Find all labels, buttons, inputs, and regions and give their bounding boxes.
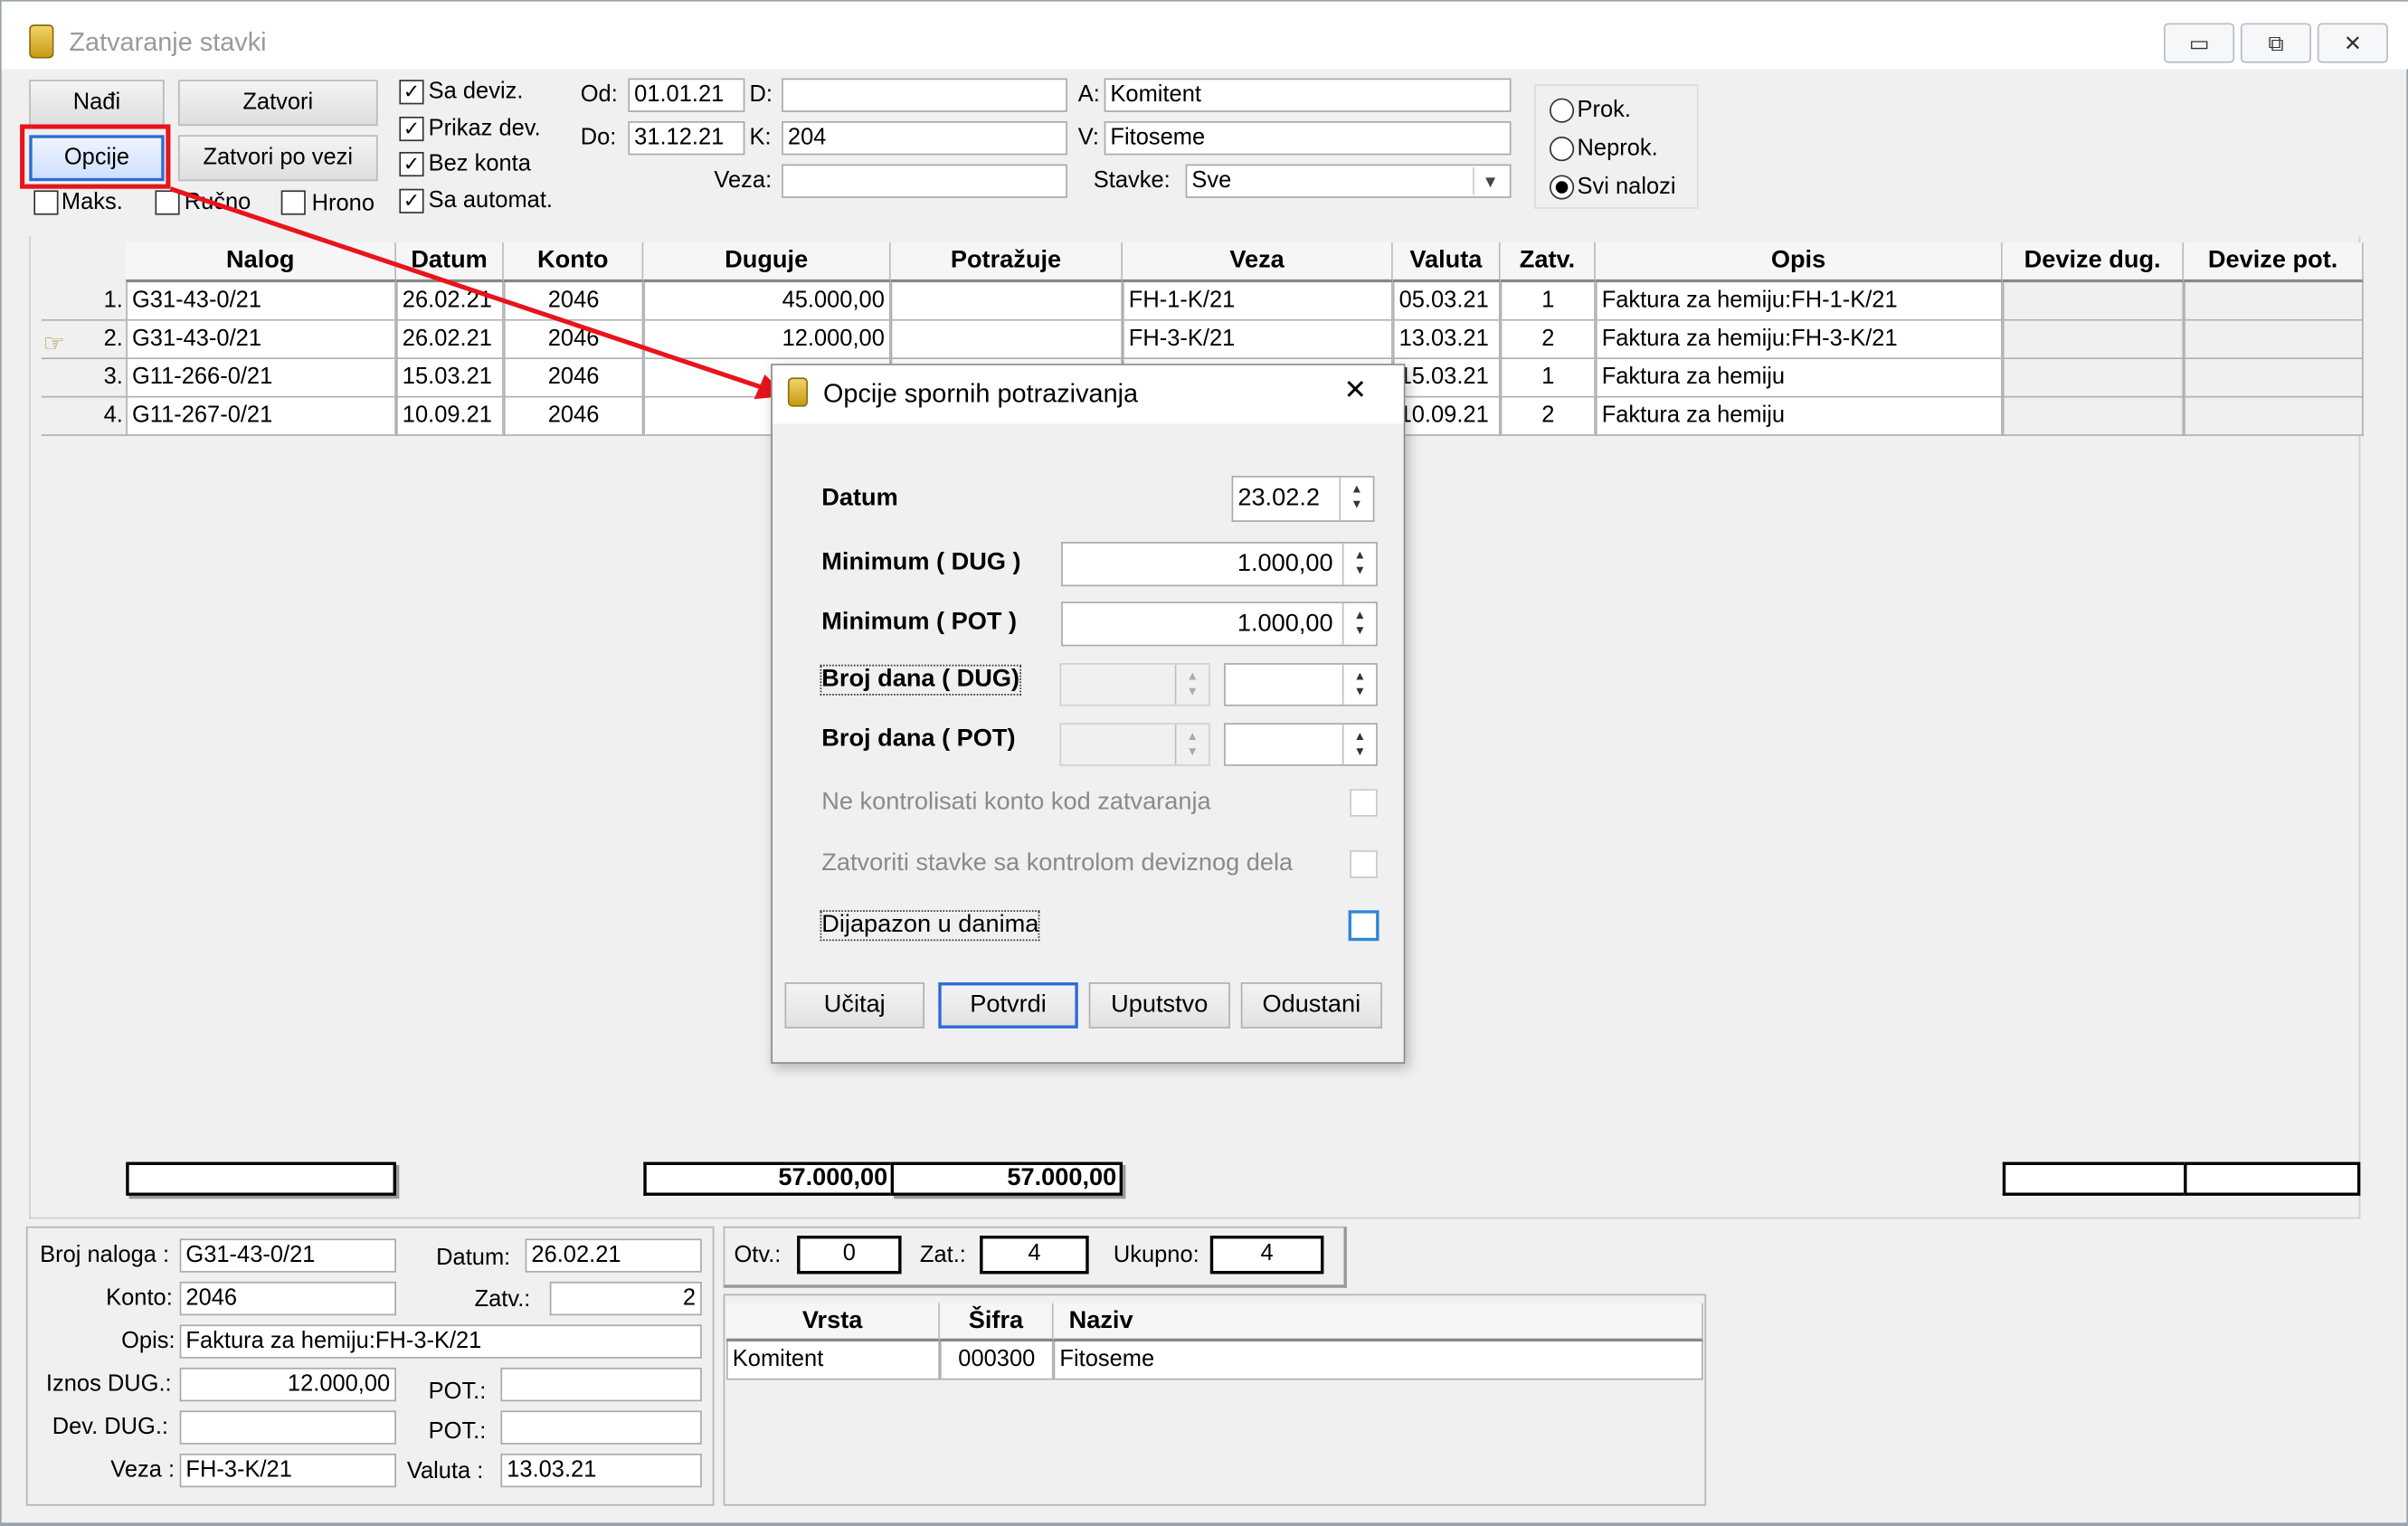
odustani-button[interactable]: Odustani — [1240, 982, 1382, 1028]
min-pot-spin-arrows-icon[interactable]: ▲ ▼ — [1341, 602, 1376, 645]
ucitaj-button[interactable]: Učitaj — [784, 982, 925, 1028]
broj-dana-pot-label: Broj dana ( POT) — [821, 725, 1016, 753]
min-dug-spinner-value: 1.000,00 — [1237, 551, 1333, 578]
broj-dana-pot-to-arrows-icon[interactable]: ▲ ▼ — [1341, 724, 1376, 765]
broj-dana-dug-label: Broj dana ( DUG) — [820, 664, 1021, 696]
min-dug-label: Minimum ( DUG ) — [821, 549, 1021, 576]
datum-spin-arrows-icon[interactable]: ▲ ▼ — [1339, 477, 1372, 521]
broj-dana-dug-to-spinner[interactable]: ▲ ▼ — [1224, 663, 1378, 706]
broj-dana-pot-from-arrows-icon: ▲ ▼ — [1174, 724, 1209, 765]
dialog-close-button[interactable]: ✕ — [1343, 374, 1367, 407]
dialog-title-bar: Opcije spornih potrazivanja ✕ — [772, 365, 1404, 424]
main-window: Zatvaranje stavki ▭ ⧉ ✕ Nađi Zatvori Opc… — [0, 0, 2408, 1525]
min-pot-spinner[interactable]: 1.000,00 ▲ ▼ — [1061, 602, 1378, 647]
broj-dana-dug-to-arrows-icon[interactable]: ▲ ▼ — [1341, 664, 1376, 705]
zatvoriti-stavke-checkbox[interactable] — [1350, 850, 1378, 878]
min-dug-spin-arrows-icon[interactable]: ▲ ▼ — [1341, 543, 1376, 585]
options-dialog: Opcije spornih potrazivanja ✕ Datum 23.0… — [771, 364, 1406, 1064]
min-pot-spinner-value: 1.000,00 — [1237, 611, 1333, 638]
dijapazon-label: Dijapazon u danima — [820, 910, 1041, 942]
dijapazon-checkbox[interactable] — [1348, 910, 1379, 942]
uputstvo-button[interactable]: Uputstvo — [1088, 982, 1230, 1028]
broj-dana-dug-from-arrows-icon: ▲ ▼ — [1174, 664, 1209, 705]
datum-spinner-value: 23.02.2 — [1237, 485, 1320, 512]
min-dug-spinner[interactable]: 1.000,00 ▲ ▼ — [1061, 542, 1378, 587]
ne-kontrolisati-checkbox[interactable] — [1350, 789, 1378, 817]
zatvoriti-stavke-label: Zatvoriti stavke sa kontrolom deviznog d… — [821, 850, 1294, 877]
broj-dana-pot-to-spinner[interactable]: ▲ ▼ — [1224, 723, 1378, 766]
dialog-title: Opcije spornih potrazivanja — [822, 379, 1139, 409]
min-pot-label: Minimum ( POT ) — [821, 609, 1018, 636]
datum-label: Datum — [821, 485, 898, 512]
dialog-app-icon — [787, 377, 808, 407]
ne-kontrolisati-label: Ne kontrolisati konto kod zatvaranja — [821, 789, 1211, 816]
datum-spinner[interactable]: 23.02.2 ▲ ▼ — [1231, 476, 1375, 522]
broj-dana-dug-from-spinner: ▲ ▼ — [1059, 663, 1210, 706]
broj-dana-pot-from-spinner: ▲ ▼ — [1059, 723, 1210, 766]
potvrdi-button[interactable]: Potvrdi — [938, 982, 1078, 1028]
